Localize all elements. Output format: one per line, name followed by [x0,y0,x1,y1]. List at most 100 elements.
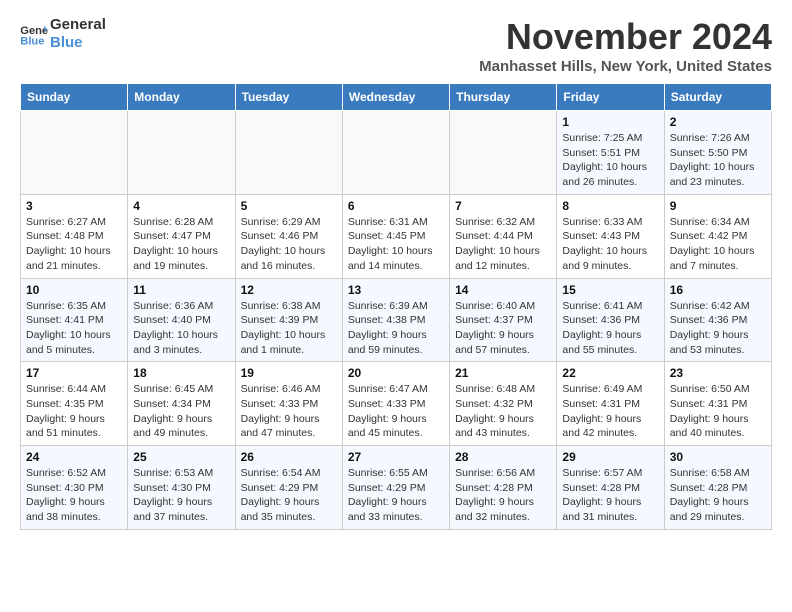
calendar-cell: 24Sunrise: 6:52 AM Sunset: 4:30 PM Dayli… [21,446,128,530]
calendar-week-row: 17Sunrise: 6:44 AM Sunset: 4:35 PM Dayli… [21,362,772,446]
calendar-cell: 13Sunrise: 6:39 AM Sunset: 4:38 PM Dayli… [342,278,449,362]
day-info: Sunrise: 6:46 AM Sunset: 4:33 PM Dayligh… [241,382,337,441]
day-info: Sunrise: 6:52 AM Sunset: 4:30 PM Dayligh… [26,466,122,525]
day-info: Sunrise: 7:26 AM Sunset: 5:50 PM Dayligh… [670,131,766,190]
calendar-week-row: 3Sunrise: 6:27 AM Sunset: 4:48 PM Daylig… [21,194,772,278]
day-info: Sunrise: 6:57 AM Sunset: 4:28 PM Dayligh… [562,466,658,525]
day-number: 2 [670,115,766,129]
day-info: Sunrise: 6:44 AM Sunset: 4:35 PM Dayligh… [26,382,122,441]
day-info: Sunrise: 6:58 AM Sunset: 4:28 PM Dayligh… [670,466,766,525]
day-info: Sunrise: 6:50 AM Sunset: 4:31 PM Dayligh… [670,382,766,441]
day-info: Sunrise: 6:28 AM Sunset: 4:47 PM Dayligh… [133,215,229,274]
calendar-week-row: 24Sunrise: 6:52 AM Sunset: 4:30 PM Dayli… [21,446,772,530]
day-number: 26 [241,450,337,464]
day-info: Sunrise: 6:55 AM Sunset: 4:29 PM Dayligh… [348,466,444,525]
day-header-thursday: Thursday [450,84,557,111]
calendar-cell: 3Sunrise: 6:27 AM Sunset: 4:48 PM Daylig… [21,194,128,278]
day-header-friday: Friday [557,84,664,111]
calendar-cell: 7 Sunrise: 6:32 AM Sunset: 4:44 PM Daylig… [450,194,557,278]
calendar-cell: 15 Sunrise: 6:41 AM Sunset: 4:36 PM Dayli… [557,278,664,362]
day-number: 25 [133,450,229,464]
day-info: Sunrise: 6:41 AM Sunset: 4:36 PM Dayligh… [562,299,658,358]
calendar-cell: 19 Sunrise: 6:46 AM Sunset: 4:33 PM Dayli… [235,362,342,446]
day-number: 4 [133,199,229,213]
day-info: Sunrise: 6:53 AM Sunset: 4:30 PM Dayligh… [133,466,229,525]
day-info: Sunrise: 6:56 AM Sunset: 4:28 PM Dayligh… [455,466,551,525]
calendar-cell: 1 Sunrise: 7:25 AM Sunset: 5:51 PM Daylig… [557,111,664,195]
day-number: 3 [26,199,122,213]
day-info: Sunrise: 6:29 AM Sunset: 4:46 PM Dayligh… [241,215,337,274]
day-number: 8 [562,199,658,213]
day-number: 5 [241,199,337,213]
calendar-cell: 9 Sunrise: 6:34 AM Sunset: 4:42 PM Daylig… [664,194,771,278]
day-number: 27 [348,450,444,464]
calendar-cell: 2 Sunrise: 7:26 AM Sunset: 5:50 PM Daylig… [664,111,771,195]
calendar-cell: 30 Sunrise: 6:58 AM Sunset: 4:28 PM Dayli… [664,446,771,530]
header: General Blue General Blue November 2024 … [20,16,772,75]
calendar-cell: 18Sunrise: 6:45 AM Sunset: 4:34 PM Dayli… [128,362,235,446]
day-number: 22 [562,366,658,380]
day-info: Sunrise: 6:54 AM Sunset: 4:29 PM Dayligh… [241,466,337,525]
day-info: Sunrise: 6:38 AM Sunset: 4:39 PM Dayligh… [241,299,337,358]
calendar-cell: 20Sunrise: 6:47 AM Sunset: 4:33 PM Dayli… [342,362,449,446]
title-area: November 2024 Manhasset Hills, New York,… [479,16,772,75]
day-header-sunday: Sunday [21,84,128,111]
day-number: 19 [241,366,337,380]
calendar-cell: 11Sunrise: 6:36 AM Sunset: 4:40 PM Dayli… [128,278,235,362]
calendar-cell: 25 Sunrise: 6:53 AM Sunset: 4:30 PM Dayli… [128,446,235,530]
logo-icon: General Blue [20,22,48,46]
day-info: Sunrise: 7:25 AM Sunset: 5:51 PM Dayligh… [562,131,658,190]
day-header-tuesday: Tuesday [235,84,342,111]
calendar-cell: 5 Sunrise: 6:29 AM Sunset: 4:46 PM Daylig… [235,194,342,278]
calendar-cell: 23 Sunrise: 6:50 AM Sunset: 4:31 PM Dayli… [664,362,771,446]
day-number: 23 [670,366,766,380]
calendar-cell: 27 Sunrise: 6:55 AM Sunset: 4:29 PM Dayli… [342,446,449,530]
day-number: 7 [455,199,551,213]
day-number: 30 [670,450,766,464]
day-info: Sunrise: 6:36 AM Sunset: 4:40 PM Dayligh… [133,299,229,358]
day-number: 12 [241,283,337,297]
calendar-cell [342,111,449,195]
day-info: Sunrise: 6:33 AM Sunset: 4:43 PM Dayligh… [562,215,658,274]
calendar-cell: 21Sunrise: 6:48 AM Sunset: 4:32 PM Dayli… [450,362,557,446]
day-number: 9 [670,199,766,213]
day-number: 6 [348,199,444,213]
day-info: Sunrise: 6:31 AM Sunset: 4:45 PM Dayligh… [348,215,444,274]
day-number: 1 [562,115,658,129]
calendar-table: SundayMondayTuesdayWednesdayThursdayFrid… [20,83,772,530]
calendar-cell: 22 Sunrise: 6:49 AM Sunset: 4:31 PM Dayli… [557,362,664,446]
day-info: Sunrise: 6:34 AM Sunset: 4:42 PM Dayligh… [670,215,766,274]
day-info: Sunrise: 6:47 AM Sunset: 4:33 PM Dayligh… [348,382,444,441]
calendar-cell: 12 Sunrise: 6:38 AM Sunset: 4:39 PM Dayli… [235,278,342,362]
day-number: 18 [133,366,229,380]
day-number: 10 [26,283,122,297]
svg-text:Blue: Blue [20,35,44,46]
day-header-monday: Monday [128,84,235,111]
day-info: Sunrise: 6:49 AM Sunset: 4:31 PM Dayligh… [562,382,658,441]
month-title: November 2024 [479,16,772,58]
day-number: 16 [670,283,766,297]
day-info: Sunrise: 6:35 AM Sunset: 4:41 PM Dayligh… [26,299,122,358]
day-header-saturday: Saturday [664,84,771,111]
day-info: Sunrise: 6:42 AM Sunset: 4:36 PM Dayligh… [670,299,766,358]
calendar-cell: 17Sunrise: 6:44 AM Sunset: 4:35 PM Dayli… [21,362,128,446]
day-number: 21 [455,366,551,380]
logo-blue: Blue [50,34,106,52]
calendar-cell [235,111,342,195]
day-info: Sunrise: 6:32 AM Sunset: 4:44 PM Dayligh… [455,215,551,274]
calendar-cell [21,111,128,195]
calendar-header-row: SundayMondayTuesdayWednesdayThursdayFrid… [21,84,772,111]
day-header-wednesday: Wednesday [342,84,449,111]
calendar-week-row: 10 Sunrise: 6:35 AM Sunset: 4:41 PM Dayli… [21,278,772,362]
day-number: 28 [455,450,551,464]
calendar-cell: 6 Sunrise: 6:31 AM Sunset: 4:45 PM Daylig… [342,194,449,278]
calendar-cell [450,111,557,195]
calendar-cell: 28 Sunrise: 6:56 AM Sunset: 4:28 PM Dayli… [450,446,557,530]
calendar-cell [128,111,235,195]
calendar-cell: 16 Sunrise: 6:42 AM Sunset: 4:36 PM Dayli… [664,278,771,362]
day-info: Sunrise: 6:40 AM Sunset: 4:37 PM Dayligh… [455,299,551,358]
day-number: 15 [562,283,658,297]
day-info: Sunrise: 6:39 AM Sunset: 4:38 PM Dayligh… [348,299,444,358]
logo: General Blue General Blue [20,16,106,52]
location-title: Manhasset Hills, New York, United States [479,58,772,75]
